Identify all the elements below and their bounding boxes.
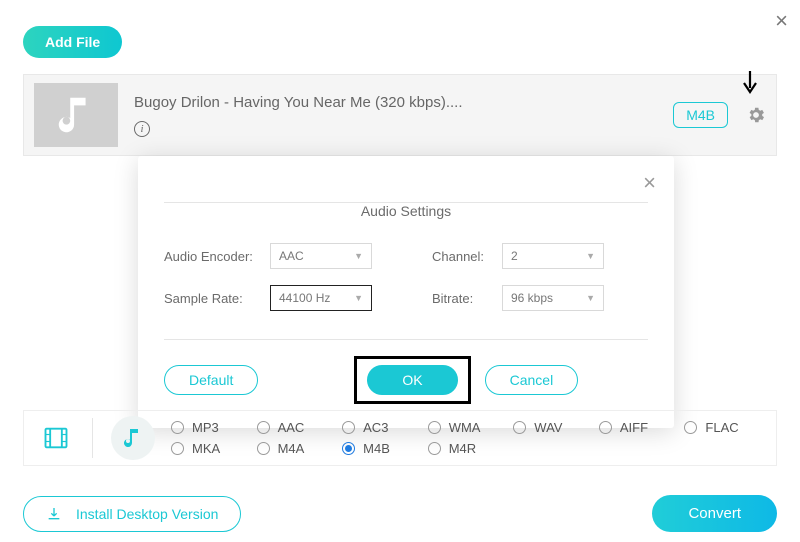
file-row: Bugoy Drilon - Having You Near Me (320 k…: [23, 74, 777, 156]
arrow-down-icon: [742, 70, 758, 101]
radio-dot: [428, 421, 441, 434]
format-label: WAV: [534, 420, 562, 435]
encoder-value: AAC: [279, 249, 304, 263]
radio-dot: [342, 421, 355, 434]
file-info: Bugoy Drilon - Having You Near Me (320 k…: [134, 94, 673, 137]
radio-dot: [171, 442, 184, 455]
format-radio-mka[interactable]: MKA: [171, 441, 253, 456]
ok-button[interactable]: OK: [367, 365, 457, 395]
format-label: FLAC: [705, 420, 738, 435]
chevron-down-icon: ▼: [586, 293, 595, 303]
add-file-button[interactable]: Add File: [23, 26, 122, 58]
format-label: MP3: [192, 420, 219, 435]
chevron-down-icon: ▼: [586, 251, 595, 261]
modal-close-icon[interactable]: ×: [643, 170, 656, 196]
format-bar: MP3 AAC AC3 WMA WAV AIFF FLAC MKA M4A M4B M4R: [23, 410, 777, 466]
label-sample-rate: Sample Rate:: [164, 291, 270, 306]
format-badge[interactable]: M4B: [673, 102, 728, 128]
label-encoder: Audio Encoder:: [164, 249, 270, 264]
chevron-down-icon: ▼: [354, 293, 363, 303]
file-thumbnail: [34, 83, 118, 147]
audio-mode-icon[interactable]: [111, 416, 155, 460]
install-label: Install Desktop Version: [76, 506, 218, 522]
format-label: AAC: [278, 420, 305, 435]
radio-dot: [599, 421, 612, 434]
format-radio-ac3[interactable]: AC3: [342, 420, 424, 435]
format-radio-m4a[interactable]: M4A: [257, 441, 339, 456]
radio-dot: [171, 421, 184, 434]
file-title: Bugoy Drilon - Having You Near Me (320 k…: [134, 94, 673, 111]
close-icon[interactable]: ×: [775, 8, 788, 34]
download-icon: [46, 506, 62, 522]
format-radio-aac[interactable]: AAC: [257, 420, 339, 435]
music-icon: [121, 426, 145, 450]
divider: [92, 418, 93, 458]
format-label: AIFF: [620, 420, 648, 435]
convert-button[interactable]: Convert: [652, 495, 777, 532]
format-label: M4A: [278, 441, 305, 456]
format-radio-wma[interactable]: WMA: [428, 420, 510, 435]
ok-highlight-frame: OK: [354, 356, 470, 404]
label-bitrate: Bitrate:: [432, 291, 502, 306]
format-radio-flac[interactable]: FLAC: [684, 420, 766, 435]
video-mode-icon[interactable]: [34, 416, 78, 460]
radio-dot: [513, 421, 526, 434]
format-label: WMA: [449, 420, 481, 435]
cancel-button[interactable]: Cancel: [485, 365, 579, 395]
radio-dot: [684, 421, 697, 434]
bitrate-value: 96 kbps: [511, 291, 553, 305]
channel-value: 2: [511, 249, 518, 263]
format-radio-m4b[interactable]: M4B: [342, 441, 424, 456]
encoder-select[interactable]: AAC ▼: [270, 243, 372, 269]
install-desktop-button[interactable]: Install Desktop Version: [23, 496, 241, 532]
format-label: MKA: [192, 441, 220, 456]
modal-actions: Default OK Cancel: [164, 356, 648, 404]
audio-settings-modal: × Audio Settings Audio Encoder: AAC ▼ Cha…: [138, 156, 674, 428]
format-options: MP3 AAC AC3 WMA WAV AIFF FLAC MKA M4A M4B M4R: [171, 420, 766, 456]
sample-rate-value: 44100 Hz: [279, 291, 330, 305]
format-label: AC3: [363, 420, 388, 435]
settings-grid: Audio Encoder: AAC▼ Channel: 2▼ Sample R…: [164, 243, 648, 311]
info-icon[interactable]: i: [134, 121, 150, 137]
gear-icon[interactable]: [746, 105, 766, 125]
bottom-bar: Install Desktop Version Convert: [23, 495, 777, 532]
format-radio-m4r[interactable]: M4R: [428, 441, 510, 456]
sample-rate-select[interactable]: 44100 Hz ▼: [270, 285, 372, 311]
bitrate-select[interactable]: 96 kbps ▼: [502, 285, 604, 311]
default-button[interactable]: Default: [164, 365, 258, 395]
radio-dot: [428, 442, 441, 455]
modal-title: Audio Settings: [164, 185, 648, 227]
format-radio-aiff[interactable]: AIFF: [599, 420, 681, 435]
radio-dot: [257, 442, 270, 455]
music-note-icon: [53, 92, 99, 138]
film-icon: [42, 424, 70, 452]
chevron-down-icon: ▼: [354, 251, 363, 261]
radio-dot: [257, 421, 270, 434]
label-channel: Channel:: [432, 249, 502, 264]
format-radio-mp3[interactable]: MP3: [171, 420, 253, 435]
format-label: M4B: [363, 441, 390, 456]
format-label: M4R: [449, 441, 476, 456]
format-radio-wav[interactable]: WAV: [513, 420, 595, 435]
radio-dot: [342, 442, 355, 455]
channel-select[interactable]: 2▼: [502, 243, 604, 269]
